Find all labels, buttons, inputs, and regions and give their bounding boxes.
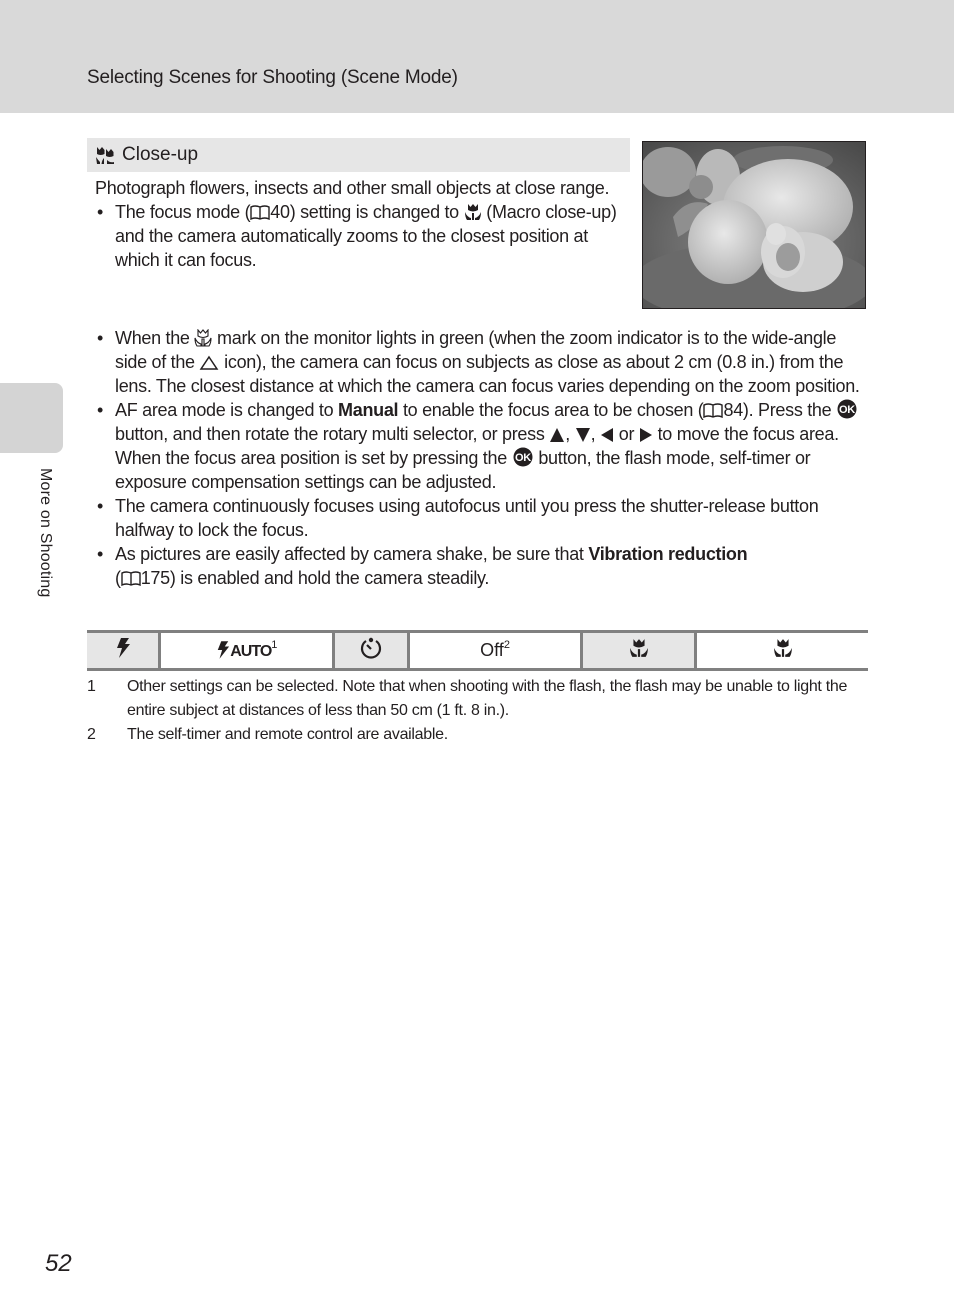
close-up-scene-icon [96,147,114,164]
text: AF area mode is changed to [115,400,339,420]
macro-on-icon [773,639,792,657]
header-band: Selecting Scenes for Shooting (Scene Mod… [0,0,954,113]
footnote-number: 1 [87,678,96,695]
svg-text:OK: OK [839,404,855,416]
footnote-number: 2 [87,726,96,743]
intro-paragraph: Photograph flowers, insects and other sm… [95,178,610,198]
flash-value-cell: AUTO1 [158,631,334,670]
book-reference-icon [121,571,141,586]
footnotes: 1 Other settings can be selected. Note t… [87,675,867,747]
text: icon), the camera can focus on subjects … [115,352,860,396]
text: to enable the focus area to be chosen ( [398,400,704,420]
orchid-photo [642,141,866,309]
text: As pictures are easily affected by camer… [115,544,589,564]
self-timer-value: Off [480,640,504,660]
chapter-tab [0,383,63,453]
footnote-text: The self-timer and remote control are av… [127,726,448,743]
ok-button-icon: OK [513,447,533,467]
self-timer-icon [360,637,382,659]
text: ) is enabled and hold the camera steadil… [169,568,490,588]
intro-bullet: The focus mode ( 40) setting is changed t… [95,200,620,272]
vibration-reduction-label: Vibration reduction [588,544,748,564]
table-row: AUTO1 Off2 [87,631,868,670]
flash-auto-label: AUTO [230,643,272,660]
macro-icon [464,204,481,220]
default-settings-table: AUTO1 Off2 [87,630,868,671]
orchid-image [643,142,865,308]
self-timer-cell [332,631,409,670]
ok-button-icon: OK [837,399,857,419]
arrow-down-icon [575,428,590,442]
page-ref: 84 [723,400,743,420]
page-ref: 40 [270,202,290,222]
flash-mode-icon [116,638,130,658]
arrow-right-icon [639,428,652,442]
body-bullets: When the mark on the monitor lights in g… [95,326,865,590]
manual-label: Manual [338,400,399,420]
page-header-title: Selecting Scenes for Shooting (Scene Mod… [87,67,458,88]
arrow-left-icon [601,428,614,442]
page-number: 52 [45,1250,72,1277]
book-reference-icon [250,205,270,220]
text: , [565,424,575,444]
book-reference-icon [703,403,724,418]
footnote: 2 The self-timer and remote control are … [87,723,867,747]
text: , [590,424,601,444]
bullet-continuous-af: The camera continuously focuses using au… [95,494,865,542]
section-heading: Close-up [87,138,630,172]
arrow-up-icon [550,428,565,442]
text: or [614,424,639,444]
text: The focus mode ( [115,202,251,222]
section-intro: Photograph flowers, insects and other sm… [95,176,620,272]
footnote: 1 Other settings can be selected. Note t… [87,675,867,723]
text: button, and then rotate the rotary multi… [115,424,550,444]
section-title: Close-up [122,144,199,165]
footnote-marker: 2 [503,639,510,651]
flash-auto-icon [218,641,230,659]
chapter-tab-label: More on Shooting [37,468,54,598]
bullet-vibration-reduction: As pictures are easily affected by camer… [95,542,865,590]
flash-mode-cell [87,631,160,670]
page-ref: 175 [140,568,170,588]
text: ) setting is changed to [289,202,464,222]
macro-outline-icon [194,329,212,347]
footnote-text: Other settings can be selected. Note tha… [127,678,848,719]
text: ). Press the [742,400,837,420]
macro-value-cell [694,631,868,670]
bullet-af-area: AF area mode is changed to Manual to ena… [95,398,865,494]
macro-mode-cell [580,631,696,670]
svg-text:OK: OK [515,452,531,464]
macro-mode-icon [629,639,648,657]
footnote-marker: 1 [271,639,278,651]
bullet-macro-mark: When the mark on the monitor lights in g… [95,326,865,398]
wide-angle-triangle-icon [200,355,219,370]
text: When the [115,328,195,348]
self-timer-value-cell: Off2 [406,631,582,670]
